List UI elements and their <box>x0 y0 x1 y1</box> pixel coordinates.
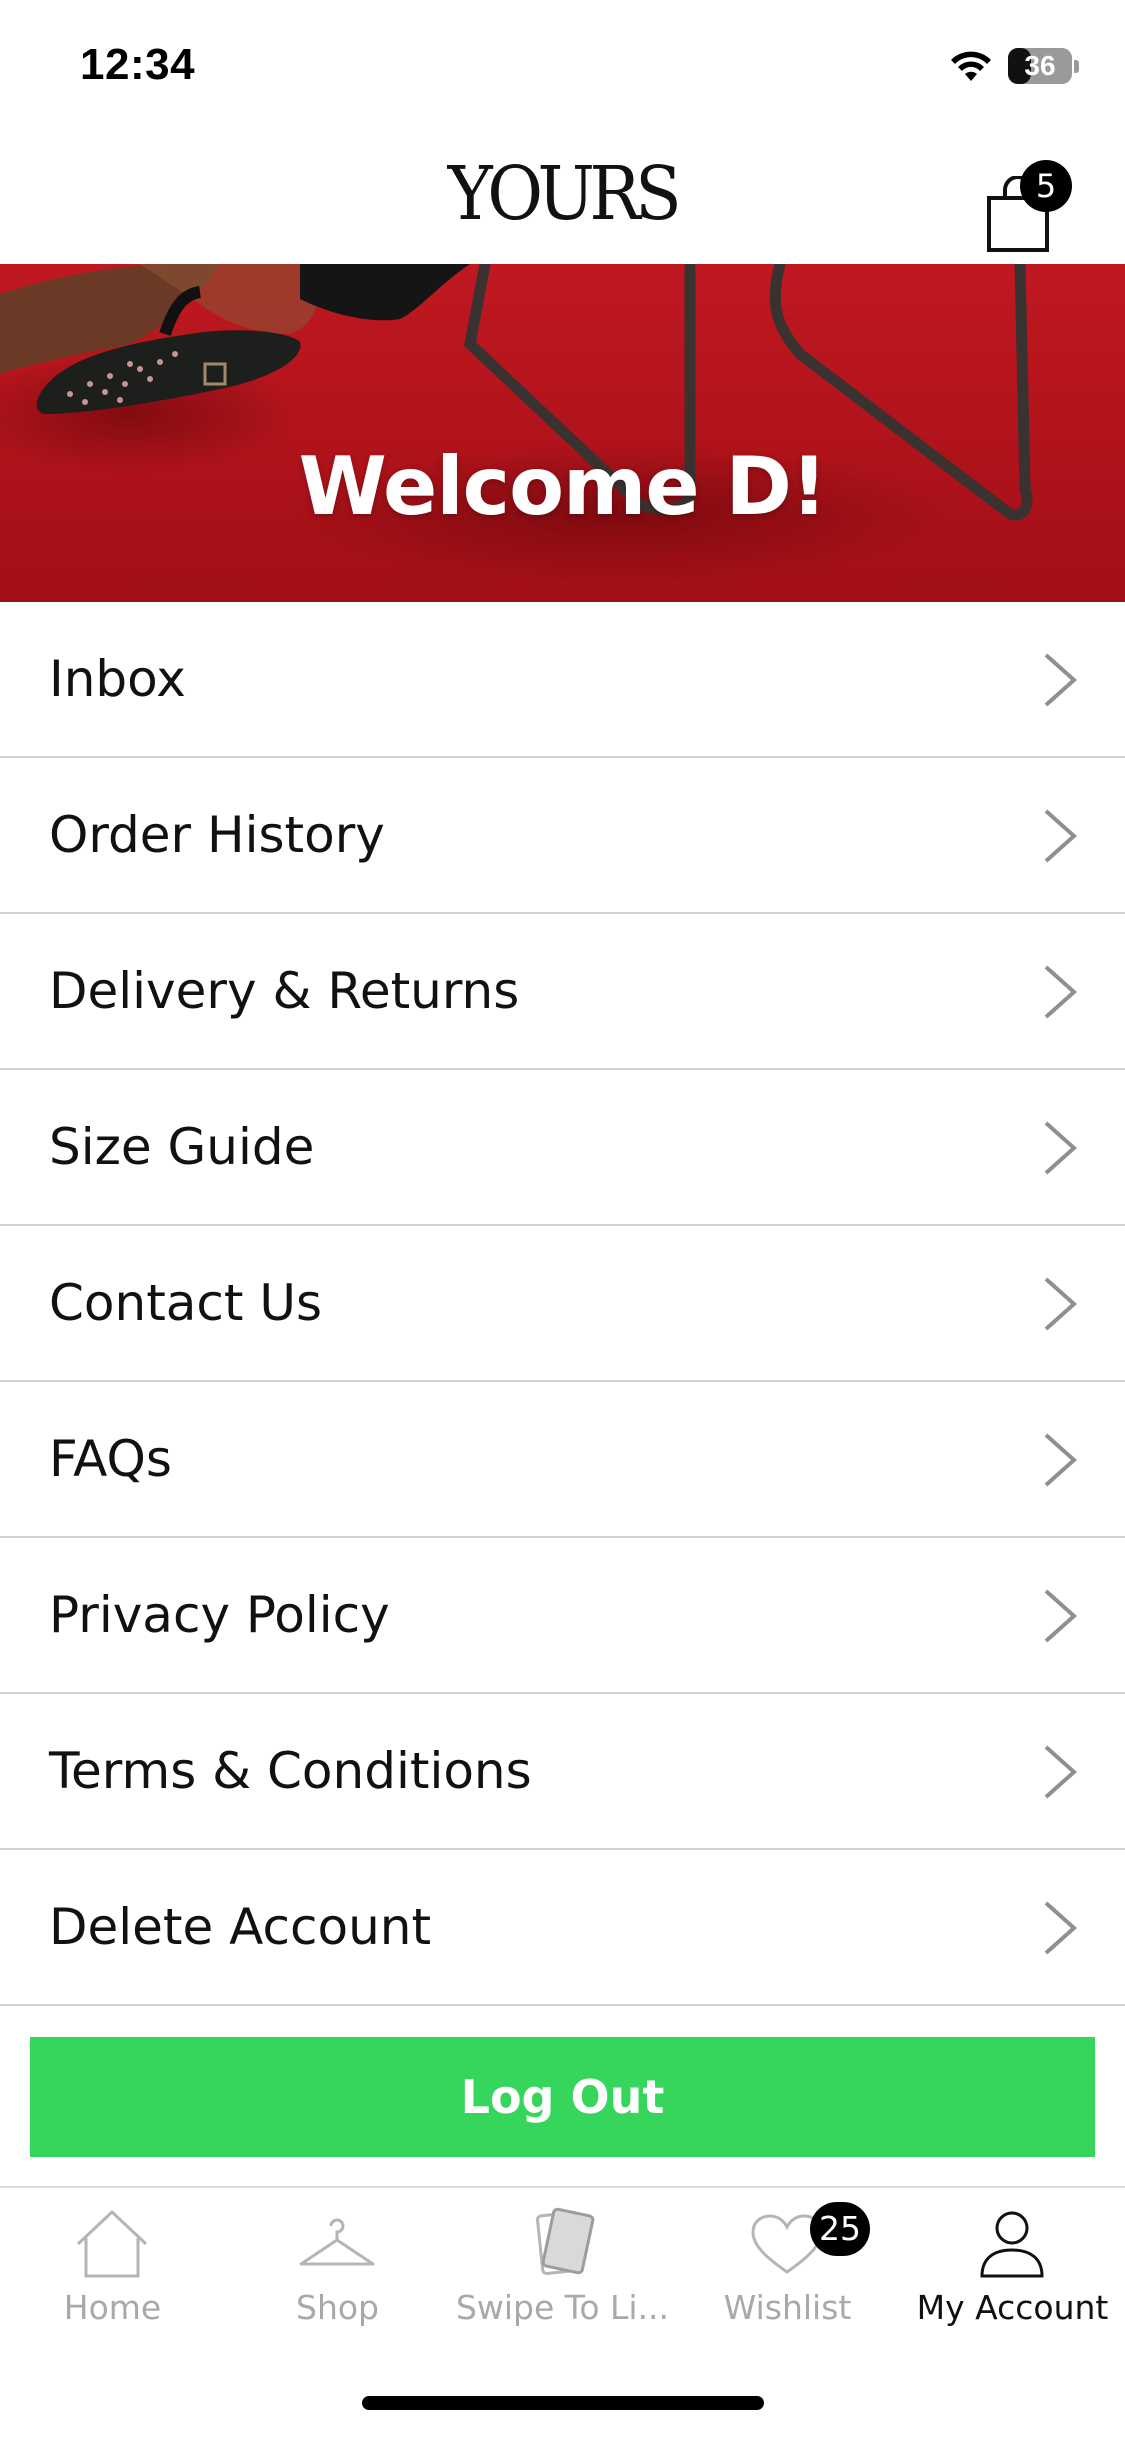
chevron-right-icon <box>1044 1121 1078 1175</box>
menu-item-order-history[interactable]: Order History <box>0 758 1125 914</box>
battery-cap <box>1074 60 1079 73</box>
menu-item-label: Size Guide <box>49 1118 315 1176</box>
tab-label: Wishlist <box>723 2288 852 2327</box>
menu-item-faqs[interactable]: FAQs <box>0 1382 1125 1538</box>
menu-item-label: Terms & Conditions <box>49 1742 532 1800</box>
menu-item-label: Delivery & Returns <box>49 962 520 1020</box>
chevron-right-icon <box>1044 809 1078 863</box>
wifi-icon <box>951 51 991 81</box>
chevron-right-icon <box>1044 1433 1078 1487</box>
tab-my-account[interactable]: My Account <box>900 2188 1125 2338</box>
chevron-right-icon <box>1044 1589 1078 1643</box>
brand-logo: YOURS <box>447 151 682 237</box>
home-icon <box>76 2209 148 2278</box>
status-time: 12:34 <box>80 40 196 89</box>
chevron-right-icon <box>1044 653 1078 707</box>
tab-label: Home <box>63 2288 162 2327</box>
battery-icon: 36 <box>1008 48 1072 84</box>
chevron-right-icon <box>1044 1277 1078 1331</box>
logout-button[interactable]: Log Out <box>30 2037 1095 2157</box>
cart-button[interactable]: 5 <box>970 160 1080 260</box>
menu-item-label: Contact Us <box>49 1274 323 1332</box>
tab-label: Swipe To Li... <box>455 2288 670 2327</box>
tab-wishlist[interactable]: 25 Wishlist <box>675 2188 900 2338</box>
tab-label: My Account <box>916 2288 1109 2327</box>
wishlist-count-badge: 25 <box>810 2202 870 2256</box>
menu-item-label: Order History <box>49 806 385 864</box>
chevron-right-icon <box>1044 1745 1078 1799</box>
battery-percent: 36 <box>1024 50 1056 81</box>
swipe-cards-icon <box>535 2207 595 2276</box>
menu-item-contact-us[interactable]: Contact Us <box>0 1226 1125 1382</box>
app-header: YOURS 5 <box>0 130 1125 264</box>
status-bar: 12:34 36 <box>0 0 1125 130</box>
menu-item-label: Delete Account <box>49 1898 432 1956</box>
hero-image <box>0 264 1125 602</box>
chevron-right-icon <box>1044 965 1078 1019</box>
tab-shop[interactable]: Shop <box>225 2188 450 2338</box>
tab-label: Shop <box>296 2288 379 2327</box>
menu-item-privacy-policy[interactable]: Privacy Policy <box>0 1538 1125 1694</box>
chevron-right-icon <box>1044 1901 1078 1955</box>
menu-item-inbox[interactable]: Inbox <box>0 602 1125 758</box>
bottom-tab-bar: Home Shop Swipe To Li... 25 Wishlist My … <box>0 2186 1125 2438</box>
menu-item-terms-conditions[interactable]: Terms & Conditions <box>0 1694 1125 1850</box>
menu-item-label: Inbox <box>49 650 186 708</box>
welcome-title: Welcome D! <box>298 440 828 533</box>
menu-item-label: FAQs <box>49 1430 172 1488</box>
user-icon <box>980 2211 1044 2278</box>
hanger-icon <box>299 2218 375 2266</box>
home-indicator <box>362 2396 764 2410</box>
hero-banner: Welcome D! <box>0 264 1125 602</box>
cart-count-badge: 5 <box>1020 160 1072 212</box>
account-menu: Inbox Order History Delivery & Returns S… <box>0 602 1125 2006</box>
menu-item-delete-account[interactable]: Delete Account <box>0 1850 1125 2006</box>
menu-item-label: Privacy Policy <box>49 1586 390 1644</box>
menu-item-size-guide[interactable]: Size Guide <box>0 1070 1125 1226</box>
tab-home[interactable]: Home <box>0 2188 225 2338</box>
menu-item-delivery-returns[interactable]: Delivery & Returns <box>0 914 1125 1070</box>
tab-swipe-to-like[interactable]: Swipe To Li... <box>450 2188 675 2338</box>
